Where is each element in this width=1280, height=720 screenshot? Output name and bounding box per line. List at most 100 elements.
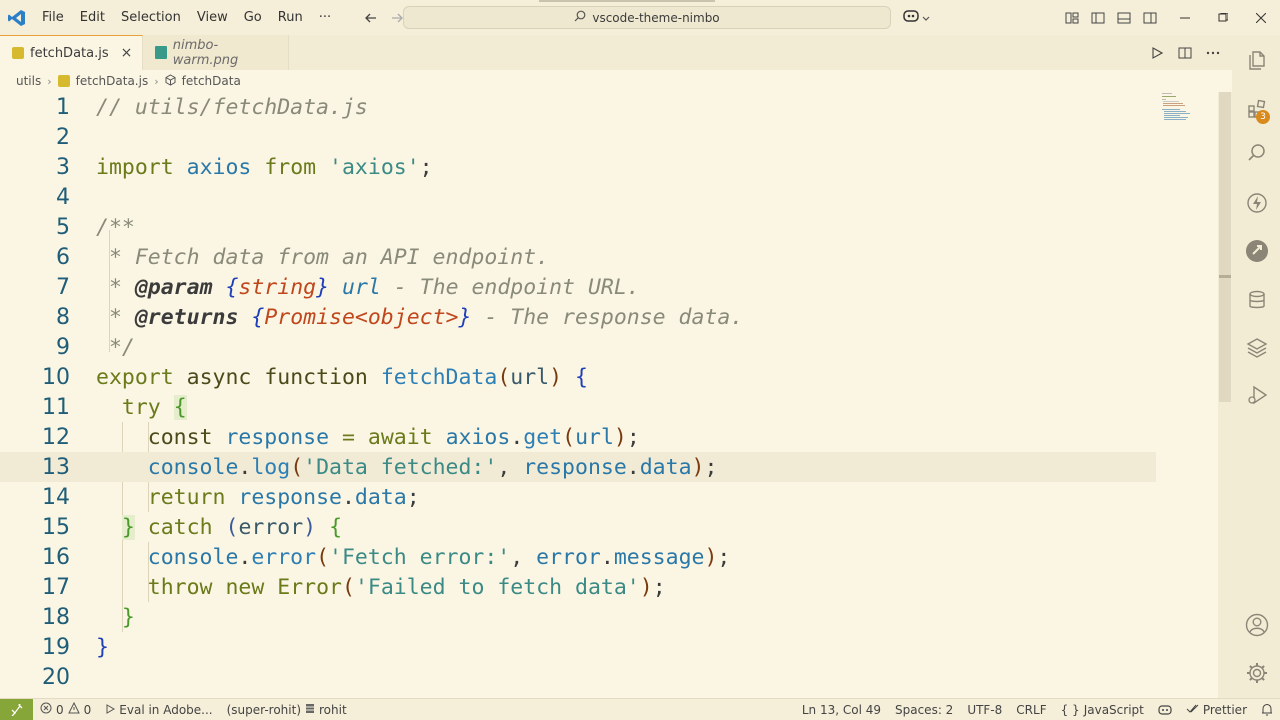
- gear-icon[interactable]: [1244, 660, 1270, 686]
- breadcrumb-folder[interactable]: utils: [16, 74, 41, 88]
- maximize-icon[interactable]: [1204, 0, 1242, 35]
- code-text: export async function fetchData(url) {: [96, 364, 588, 390]
- copilot-menu-button[interactable]: [902, 8, 930, 28]
- toggle-panel-icon[interactable]: [1114, 8, 1134, 28]
- tab-fetchdata-js[interactable]: fetchData.js ×: [0, 35, 144, 70]
- command-center-search[interactable]: vscode-theme-nimbo: [403, 6, 891, 29]
- error-count: 0: [56, 702, 64, 717]
- line-number: 13: [42, 454, 70, 480]
- customize-layout-icon[interactable]: [1062, 8, 1082, 28]
- breadcrumb: utils › fetchData.js › fetchData: [0, 70, 241, 92]
- close-icon[interactable]: ×: [121, 45, 133, 61]
- lightning-icon[interactable]: [1244, 190, 1270, 216]
- problems-indicator[interactable]: 0 0: [33, 699, 98, 720]
- image-file-icon: [155, 46, 167, 59]
- copilot-icon: [902, 8, 920, 28]
- breadcrumb-file[interactable]: fetchData.js: [76, 74, 149, 88]
- javascript-file-icon: [12, 47, 24, 59]
- prettier-status[interactable]: Prettier: [1179, 699, 1254, 720]
- code-text: throw new Error('Failed to fetch data');: [147, 574, 666, 600]
- code-text: * @param {string} url - The endpoint URL…: [96, 274, 640, 300]
- remote-explorer-icon[interactable]: [1244, 238, 1270, 264]
- scrollbar-cursor-marker: [1219, 275, 1231, 278]
- toggle-secondary-sidebar-icon[interactable]: [1140, 8, 1160, 28]
- tab-label: fetchData.js: [30, 45, 109, 61]
- error-icon: [40, 702, 52, 717]
- layers-icon[interactable]: [1244, 334, 1270, 360]
- code-line: 7 * @param {string} url - The endpoint U…: [0, 272, 1156, 302]
- notifications-bell-icon[interactable]: [1254, 699, 1280, 720]
- toggle-primary-sidebar-icon[interactable]: [1088, 8, 1108, 28]
- cursor-position[interactable]: Ln 13, Col 49: [795, 699, 888, 720]
- line-ending[interactable]: CRLF: [1009, 699, 1053, 720]
- code-line: 10 export async function fetchData(url) {: [0, 362, 1156, 392]
- code-line: 9 */: [0, 332, 1156, 362]
- line-number: 7: [56, 274, 70, 300]
- line-number: 14: [42, 484, 70, 510]
- menu-file[interactable]: File: [34, 0, 72, 35]
- line-number: 2: [56, 124, 70, 150]
- explorer-icon[interactable]: [1244, 47, 1270, 73]
- search-icon[interactable]: [1244, 140, 1270, 166]
- menu-run[interactable]: Run: [270, 0, 311, 35]
- code-line-current: 13 console.log('Data fetched:', response…: [0, 452, 1156, 482]
- line-number: 16: [42, 544, 70, 570]
- line-number: 1: [56, 94, 70, 120]
- chevron-down-icon: [922, 11, 930, 26]
- code-text: * @returns {Promise<object>} - The respo…: [96, 304, 744, 330]
- code-text: }: [96, 634, 109, 660]
- line-number: 11: [42, 394, 70, 420]
- language-mode[interactable]: { } JavaScript: [1054, 699, 1151, 720]
- code-line: 14 return response.data;: [0, 482, 1156, 512]
- code-line: 19}: [0, 632, 1156, 662]
- command-center-label: vscode-theme-nimbo: [592, 10, 720, 25]
- minimize-icon[interactable]: [1166, 0, 1204, 35]
- menu-view[interactable]: View: [189, 0, 236, 35]
- scrollbar-thumb[interactable]: [1219, 92, 1231, 402]
- code-line: 20: [0, 662, 1156, 692]
- code-line: 15 } catch (error) {: [0, 512, 1156, 542]
- line-number: 3: [56, 154, 70, 180]
- line-number: 9: [56, 334, 70, 360]
- menu-go[interactable]: Go: [236, 0, 270, 35]
- code-line: 5 /**: [0, 212, 1156, 242]
- run-icon[interactable]: [1148, 44, 1166, 62]
- remote-indicator-icon[interactable]: [0, 698, 33, 720]
- eval-status[interactable]: Eval in Adobe...: [98, 699, 219, 720]
- back-arrow-icon[interactable]: [361, 8, 381, 28]
- line-number: 20: [42, 664, 70, 690]
- indentation[interactable]: Spaces: 2: [888, 699, 960, 720]
- code-text: /**: [96, 214, 135, 240]
- line-number: 8: [56, 304, 70, 330]
- vscode-logo-icon: [0, 0, 34, 35]
- run-debug-icon[interactable]: [1244, 382, 1270, 408]
- code-line: 16 console.error('Fetch error:', error.m…: [0, 542, 1156, 572]
- tab-label: nimbo-warm.png: [172, 37, 239, 68]
- language-label: JavaScript: [1083, 702, 1144, 717]
- code-line: 12 const response = await axios.get(url)…: [0, 422, 1156, 452]
- line-number: 19: [42, 634, 70, 660]
- breadcrumb-symbol[interactable]: fetchData: [182, 74, 241, 88]
- menu-more[interactable]: ···: [311, 0, 339, 35]
- braces-icon: { }: [1060, 702, 1080, 717]
- warning-count: 0: [83, 702, 92, 717]
- code-text: } catch (error) {: [121, 514, 343, 540]
- code-line: 1 // utils/fetchData.js: [0, 92, 1156, 122]
- menu-edit[interactable]: Edit: [72, 0, 113, 35]
- database-icon[interactable]: [1244, 287, 1270, 313]
- line-number: 15: [42, 514, 70, 540]
- account-icon[interactable]: [1244, 612, 1270, 638]
- code-text: * Fetch data from an API endpoint.: [96, 244, 550, 270]
- code-editor[interactable]: 1 // utils/fetchData.js 2 3 import axios f…: [0, 92, 1218, 698]
- copilot-status-icon[interactable]: [1151, 699, 1179, 720]
- close-window-icon[interactable]: [1242, 0, 1280, 35]
- window-controls: [1166, 0, 1280, 35]
- code-line: 2: [0, 122, 1156, 152]
- menu-selection[interactable]: Selection: [113, 0, 189, 35]
- encoding[interactable]: UTF-8: [960, 699, 1009, 720]
- tab-nimbo-warm-png[interactable]: nimbo-warm.png: [143, 35, 290, 70]
- more-actions-icon[interactable]: [1204, 44, 1222, 62]
- minimap[interactable]: [1160, 92, 1200, 122]
- user-status[interactable]: (super-rohit) rohit: [220, 699, 354, 720]
- split-editor-icon[interactable]: [1176, 44, 1194, 62]
